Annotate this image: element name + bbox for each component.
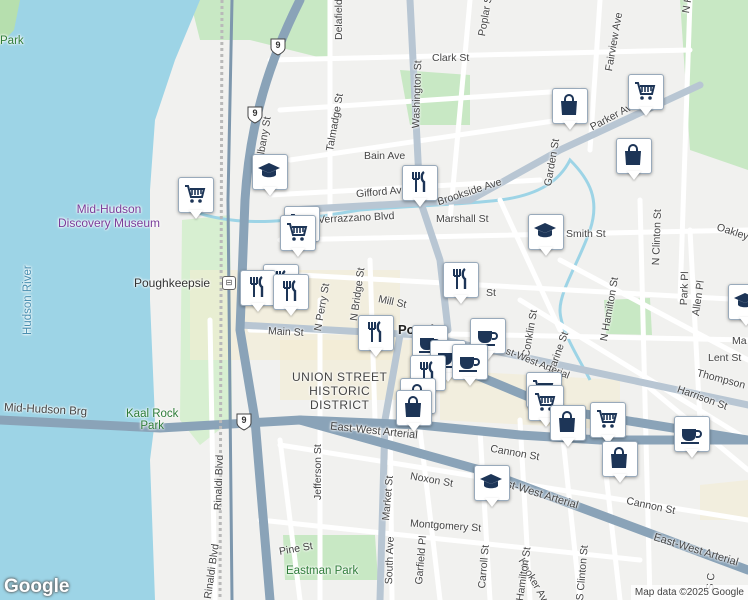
shopping-marker[interactable] [552, 88, 588, 132]
bag-icon [561, 94, 577, 115]
cup-icon [459, 357, 480, 372]
grocery-marker[interactable] [628, 74, 664, 118]
restaurant-marker[interactable] [358, 315, 394, 359]
route-9-shield: 9 [236, 413, 252, 431]
google-logo: Google [4, 576, 70, 597]
restaurant-marker[interactable] [443, 262, 479, 306]
street-label: N Clinton St [650, 209, 664, 266]
park-label-top: Park [0, 35, 24, 47]
street-label: Ma [732, 335, 747, 347]
shopping-marker[interactable] [616, 138, 652, 182]
map-canvas[interactable]: 9 9 9 Park Hudson River Mid-Hudson Disco… [0, 0, 748, 600]
cafe-marker[interactable] [674, 416, 710, 460]
street-label: Marshall St [436, 213, 489, 225]
restaurant-marker[interactable] [402, 165, 438, 209]
utensils-icon [368, 321, 382, 342]
street-label: South Ave [383, 536, 397, 585]
cap-icon [734, 293, 748, 308]
restaurant-marker[interactable] [240, 270, 276, 314]
map-attribution: Map data ©2025 Google [630, 585, 748, 600]
street-label: Delafield St [333, 0, 345, 40]
university-marker[interactable] [728, 284, 748, 328]
utensils-icon [250, 276, 264, 297]
hudson-river-label: Hudson River [22, 265, 34, 335]
union-street-district-label: UNION STREET HISTORIC DISTRICT [292, 370, 388, 412]
street-label: St [486, 287, 496, 299]
cart-icon [185, 185, 206, 203]
street-label: Rinaldi Blvd [212, 454, 226, 511]
cafe-marker[interactable] [452, 344, 488, 388]
shopping-marker[interactable] [602, 441, 638, 485]
route-9-shield: 9 [270, 38, 286, 56]
train-station-icon: ⊟ [222, 276, 236, 290]
cup-icon [681, 429, 702, 444]
street-label: Washington St [410, 60, 425, 129]
bag-icon [625, 144, 641, 165]
bag-icon [405, 396, 421, 417]
cart-icon [597, 410, 618, 428]
cap-icon [534, 223, 556, 238]
utensils-icon [283, 280, 297, 301]
street-label: Bain Ave [364, 150, 406, 162]
museum-label[interactable]: Mid-Hudson Discovery Museum [58, 202, 160, 230]
street-label: Smith St [566, 228, 606, 240]
cart-icon [287, 223, 308, 241]
cap-icon [480, 474, 502, 489]
university-marker[interactable] [252, 154, 288, 198]
bag-icon [559, 411, 575, 432]
street-label: Park Pl [678, 271, 692, 306]
kaal-rock-park-label[interactable]: Kaal Rock Park [126, 408, 178, 432]
street-label: Lent St [708, 352, 742, 364]
grocery-marker[interactable] [280, 215, 316, 259]
restaurant-marker[interactable] [273, 274, 309, 318]
route-9-number: 9 [241, 415, 247, 425]
shopping-marker[interactable] [396, 390, 432, 434]
university-marker[interactable] [474, 465, 510, 509]
street-label: Jefferson St [312, 444, 324, 500]
university-marker[interactable] [528, 214, 564, 258]
cart-icon [635, 82, 656, 100]
utensils-icon [453, 268, 467, 289]
street-label: Clark St [432, 52, 470, 64]
bag-icon [611, 447, 627, 468]
cap-icon [258, 163, 280, 178]
route-9-number: 9 [275, 40, 281, 50]
eastman-park-label[interactable]: Eastman Park [286, 565, 358, 577]
shopping-marker[interactable] [550, 405, 586, 449]
utensils-icon [412, 171, 426, 192]
grocery-marker[interactable] [178, 177, 214, 221]
grocery-marker[interactable] [590, 402, 626, 446]
street-label: Main St [267, 325, 304, 339]
station-label[interactable]: Poughkeepsie [134, 276, 210, 290]
